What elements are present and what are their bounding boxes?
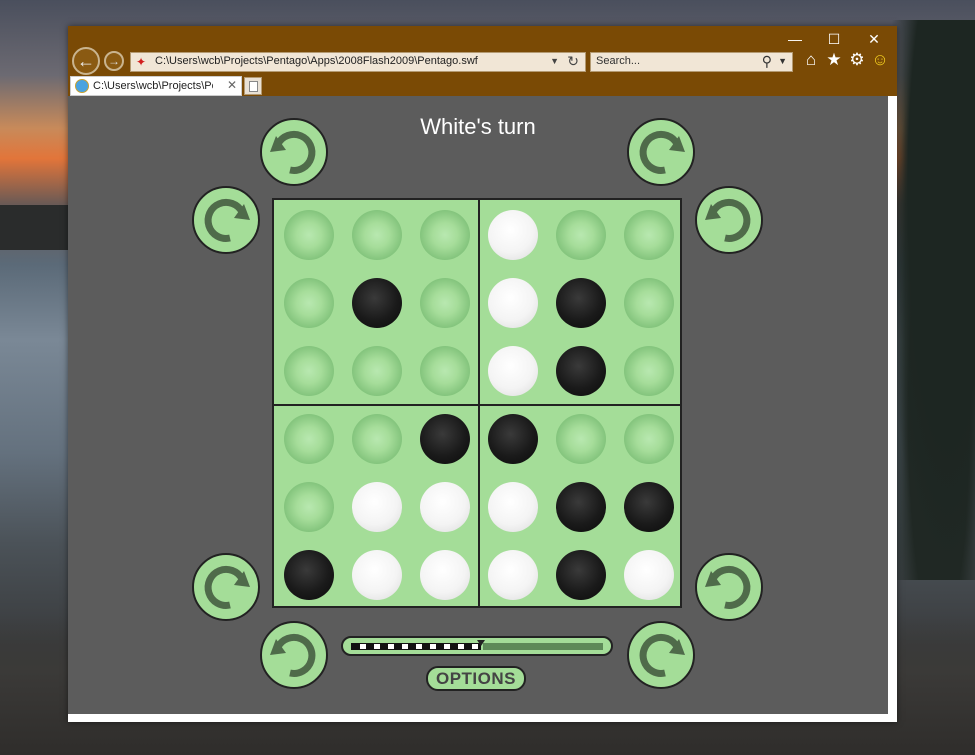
pentago-board (272, 198, 682, 608)
empty-hole[interactable] (420, 278, 470, 328)
black-marble[interactable] (624, 482, 674, 532)
empty-hole[interactable] (556, 210, 606, 260)
quadrant-divider-horizontal (274, 404, 680, 406)
rotate-bottom-left-counterclockwise-button[interactable] (260, 621, 328, 689)
new-tab-button[interactable] (244, 77, 262, 95)
rotate-clockwise-icon (639, 130, 685, 174)
empty-hole[interactable] (352, 414, 402, 464)
empty-hole[interactable] (284, 346, 334, 396)
empty-hole[interactable] (284, 414, 334, 464)
black-marble[interactable] (556, 346, 606, 396)
minimize-button[interactable]: — (775, 28, 815, 50)
white-marble[interactable] (488, 278, 538, 328)
browser-titlebar: — ☐ ✕ ← → ✦ C:\Users\wcb\Projects\Pentag… (68, 26, 897, 96)
empty-hole[interactable] (624, 210, 674, 260)
white-marble[interactable] (352, 550, 402, 600)
ie-page-icon (75, 79, 89, 93)
settings-gear-icon[interactable]: ⚙ (847, 49, 867, 71)
white-marble[interactable] (420, 550, 470, 600)
tab-close-icon[interactable]: ✕ (227, 78, 237, 92)
empty-hole[interactable] (624, 346, 674, 396)
empty-hole[interactable] (352, 346, 402, 396)
empty-hole[interactable] (352, 210, 402, 260)
black-marble[interactable] (556, 482, 606, 532)
rotate-top-right-counterclockwise-button[interactable] (695, 186, 763, 254)
address-dropdown-icon[interactable]: ▼ (550, 56, 559, 66)
empty-hole[interactable] (556, 414, 606, 464)
rotate-counterclockwise-icon (705, 565, 751, 609)
forward-arrow-icon: → (108, 54, 120, 68)
forward-button[interactable]: → (104, 51, 124, 71)
rotate-bottom-right-clockwise-button[interactable] (627, 621, 695, 689)
turn-status: White's turn (420, 114, 536, 139)
feedback-smiley-icon[interactable]: ☺ (870, 49, 890, 71)
home-icon[interactable]: ⌂ (801, 49, 821, 71)
empty-hole[interactable] (420, 210, 470, 260)
rotate-top-left-clockwise-button[interactable] (192, 186, 260, 254)
white-marble[interactable] (352, 482, 402, 532)
rotate-clockwise-icon (639, 633, 685, 677)
black-marble[interactable] (488, 414, 538, 464)
tab-label: C:\Users\wcb\Projects\Pent... (93, 80, 213, 92)
shoreline (0, 205, 70, 250)
refresh-icon[interactable]: ↻ (567, 53, 579, 70)
rotate-clockwise-icon (204, 565, 250, 609)
options-button[interactable]: OPTIONS (426, 666, 526, 691)
white-marble[interactable] (624, 550, 674, 600)
address-bar[interactable]: ✦ C:\Users\wcb\Projects\Pentago\Apps\200… (130, 52, 586, 72)
slider-history-track (351, 643, 481, 650)
empty-hole[interactable] (420, 346, 470, 396)
empty-hole[interactable] (284, 278, 334, 328)
slider-thumb[interactable] (477, 640, 485, 646)
rotate-top-left-counterclockwise-button[interactable] (260, 118, 328, 186)
slider-future-track (483, 643, 603, 650)
rotate-top-right-clockwise-button[interactable] (627, 118, 695, 186)
tree-silhouette (885, 20, 975, 580)
white-marble[interactable] (488, 550, 538, 600)
black-marble[interactable] (556, 550, 606, 600)
search-icon[interactable]: ⚲ (762, 53, 772, 70)
flash-file-icon: ✦ (135, 55, 147, 69)
favorites-star-icon[interactable]: ★ (824, 49, 844, 71)
close-button[interactable]: ✕ (854, 28, 894, 50)
rotate-bottom-left-clockwise-button[interactable] (192, 553, 260, 621)
back-button[interactable]: ← (72, 47, 100, 75)
search-box[interactable]: Search... ⚲ ▼ (590, 52, 793, 72)
browser-window: — ☐ ✕ ← → ✦ C:\Users\wcb\Projects\Pentag… (68, 26, 897, 722)
rotate-counterclockwise-icon (270, 130, 316, 174)
black-marble[interactable] (352, 278, 402, 328)
white-marble[interactable] (420, 482, 470, 532)
rotate-counterclockwise-icon (270, 633, 316, 677)
black-marble[interactable] (420, 414, 470, 464)
back-arrow-icon: ← (77, 51, 95, 71)
rotate-bottom-right-counterclockwise-button[interactable] (695, 553, 763, 621)
maximize-button[interactable]: ☐ (814, 28, 854, 50)
empty-hole[interactable] (624, 414, 674, 464)
flash-game-area: White's turn OPTIONS (68, 96, 888, 714)
rotate-counterclockwise-icon (705, 198, 751, 242)
black-marble[interactable] (284, 550, 334, 600)
rotate-clockwise-icon (204, 198, 250, 242)
search-dropdown-icon[interactable]: ▼ (778, 56, 787, 66)
white-marble[interactable] (488, 482, 538, 532)
empty-hole[interactable] (624, 278, 674, 328)
white-marble[interactable] (488, 210, 538, 260)
black-marble[interactable] (556, 278, 606, 328)
move-history-slider[interactable] (341, 636, 613, 656)
browser-tab[interactable]: C:\Users\wcb\Projects\Pent... ✕ (70, 76, 242, 96)
search-input[interactable]: Search... (596, 55, 640, 67)
empty-hole[interactable] (284, 210, 334, 260)
white-marble[interactable] (488, 346, 538, 396)
empty-hole[interactable] (284, 482, 334, 532)
quadrant-divider-vertical (478, 200, 480, 606)
address-text[interactable]: C:\Users\wcb\Projects\Pentago\Apps\2008F… (155, 55, 478, 67)
